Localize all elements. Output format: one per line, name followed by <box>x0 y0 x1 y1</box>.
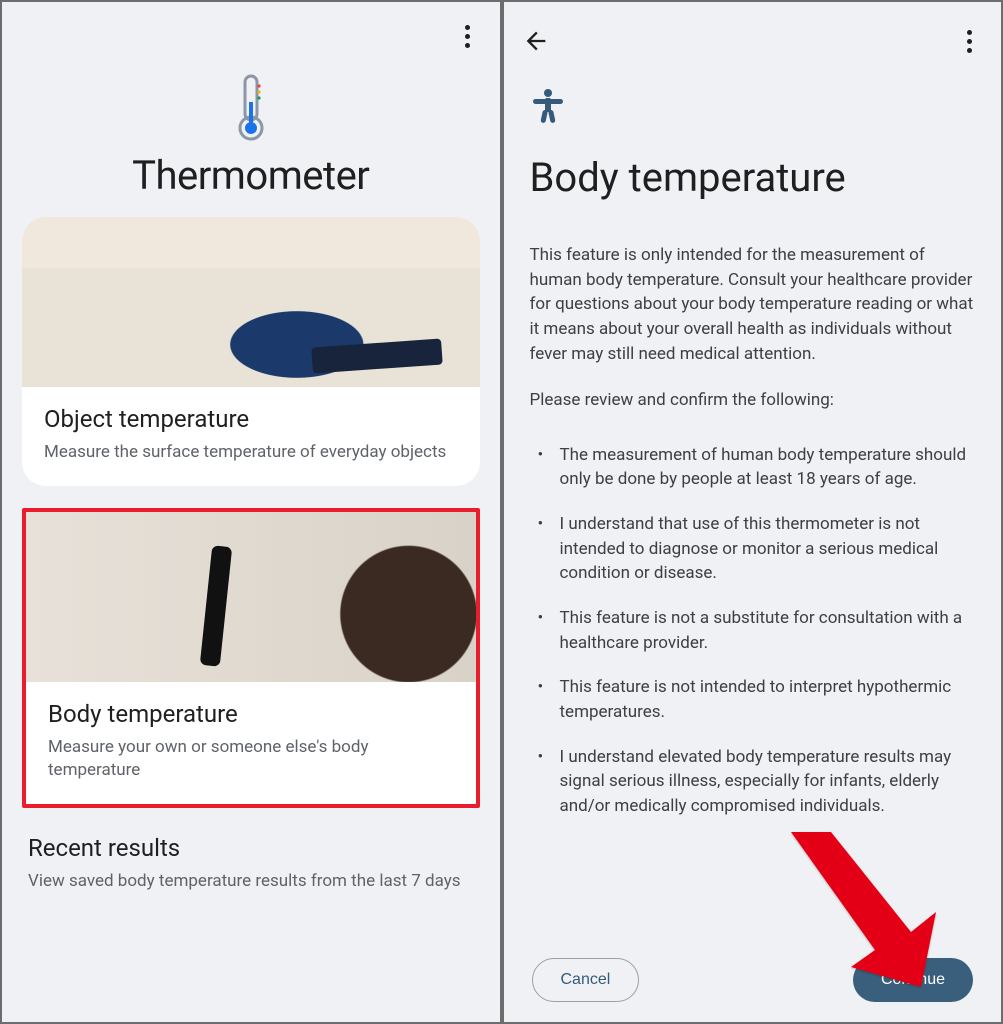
card-recent-results[interactable]: Recent results View saved body temperatu… <box>22 830 480 893</box>
card-list: Object temperature Measure the surface t… <box>2 217 500 893</box>
page-title: Body temperature <box>530 154 976 201</box>
back-arrow-icon[interactable] <box>522 27 550 55</box>
term-item: I understand elevated body temperature r… <box>530 745 976 819</box>
card-title: Object temperature <box>44 405 458 433</box>
term-item: I understand that use of this thermomete… <box>530 512 976 586</box>
thermometer-home-screen: Thermometer Object temperature Measure t… <box>0 0 502 1024</box>
card-desc: View saved body temperature results from… <box>28 870 474 893</box>
continue-button[interactable]: Continue <box>853 958 973 1002</box>
terms-list: The measurement of human body temperatur… <box>530 443 976 819</box>
card-desc: Measure your own or someone else's body … <box>48 736 454 782</box>
card-desc: Measure the surface temperature of every… <box>44 441 458 464</box>
intro-paragraph: This feature is only intended for the me… <box>530 243 976 366</box>
top-bar <box>2 2 500 54</box>
page-title: Thermometer <box>132 152 369 199</box>
body-temperature-consent-screen: Body temperature This feature is only in… <box>502 0 1003 1024</box>
card-object-temperature[interactable]: Object temperature Measure the surface t… <box>22 217 480 486</box>
card-body-temperature[interactable]: Body temperature Measure your own or som… <box>22 508 480 808</box>
overflow-menu-icon[interactable] <box>955 27 983 55</box>
card-image-body <box>26 512 476 682</box>
hero-header: Thermometer <box>2 54 500 217</box>
term-item: This feature is not a substitute for con… <box>530 606 976 655</box>
overflow-menu-icon[interactable] <box>454 22 482 50</box>
top-bar <box>504 2 1002 58</box>
card-title: Body temperature <box>48 700 454 728</box>
term-item: The measurement of human body temperatur… <box>530 443 976 492</box>
cancel-button[interactable]: Cancel <box>532 958 640 1002</box>
accessibility-icon <box>530 88 566 124</box>
thermometer-icon <box>227 74 275 142</box>
card-image-object <box>22 217 480 387</box>
button-row: Cancel Continue <box>530 924 976 1022</box>
term-item: This feature is not intended to interpre… <box>530 675 976 724</box>
review-prompt: Please review and confirm the following: <box>530 388 976 413</box>
card-title: Recent results <box>28 834 474 862</box>
